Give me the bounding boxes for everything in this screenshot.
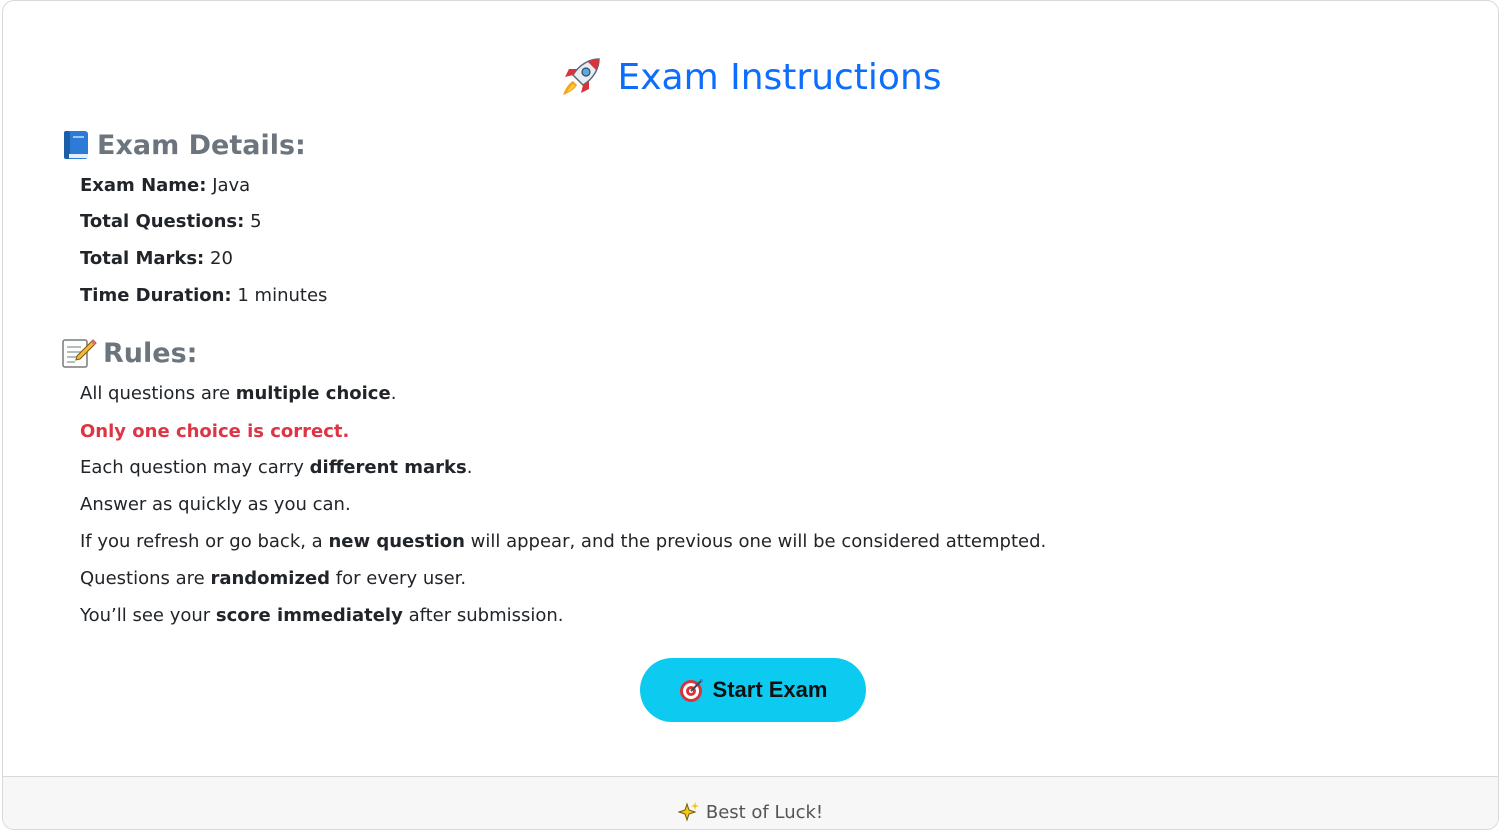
memo-icon (61, 337, 97, 369)
rule-text: Each question may carry (80, 457, 310, 478)
total-questions-label: Total Questions: (80, 211, 245, 232)
rule-item: Answer as quickly as you can. (80, 494, 351, 515)
rule-text: . (466, 457, 473, 478)
footer-text: Best of Luck! (705, 801, 824, 823)
rule-emphasis: randomized (210, 568, 331, 589)
total-marks-value: 20 (210, 248, 233, 269)
rocket-icon (559, 55, 603, 99)
rule-text: . (390, 383, 397, 404)
rule-item: If you refresh or go back, a new questio… (80, 531, 1046, 553)
start-exam-label: Start Exam (712, 677, 828, 702)
rule-item: You’ll see your score immediately after … (80, 605, 564, 627)
rule-item-warning: Only one choice is correct. (80, 421, 350, 442)
total-marks-row: Total Marks: 20 (80, 248, 233, 270)
exam-details-heading: Exam Details: (61, 129, 306, 161)
rule-text: Questions are (80, 568, 211, 589)
exam-name-label: Exam Name: (80, 175, 207, 196)
page-title: Exam Instructions (3, 55, 1498, 99)
exam-name-value: Java (212, 175, 251, 196)
total-marks-label: Total Marks: (80, 248, 205, 269)
instructions-card: Exam Instructions Exam Details: Exam Nam… (2, 0, 1499, 830)
rule-text: will appear, and the previous one will b… (464, 531, 1047, 552)
book-icon (61, 129, 91, 161)
rule-text: after submission. (402, 605, 564, 626)
rule-text: for every user. (330, 568, 467, 589)
start-exam-button[interactable]: Start Exam (640, 658, 866, 722)
rule-item: Questions are randomized for every user. (80, 568, 466, 590)
rule-emphasis: multiple choice (235, 383, 391, 404)
rules-heading: Rules: (61, 337, 197, 369)
total-questions-value: 5 (250, 211, 262, 232)
target-icon (679, 677, 705, 703)
rule-item: All questions are multiple choice. (80, 383, 396, 405)
rule-text: All questions are (80, 383, 236, 404)
rules-heading-text: Rules: (103, 337, 198, 369)
exam-details-heading-text: Exam Details: (97, 129, 306, 161)
exam-name-row: Exam Name: Java (80, 175, 250, 197)
rule-text: If you refresh or go back, a (80, 531, 329, 552)
rule-item: Each question may carry different marks. (80, 457, 472, 479)
title-text: Exam Instructions (617, 56, 942, 98)
sparkles-icon (677, 801, 700, 823)
time-duration-label: Time Duration: (80, 285, 232, 306)
time-duration-row: Time Duration: 1 minutes (80, 285, 327, 307)
time-duration-value: 1 minutes (237, 285, 328, 306)
rule-emphasis: different marks (309, 457, 467, 478)
rule-text: You’ll see your (80, 605, 216, 626)
total-questions-row: Total Questions: 5 (80, 211, 262, 233)
rule-emphasis: score immediately (215, 605, 403, 626)
rule-emphasis: new question (328, 531, 465, 552)
footer: Best of Luck! (3, 776, 1498, 829)
